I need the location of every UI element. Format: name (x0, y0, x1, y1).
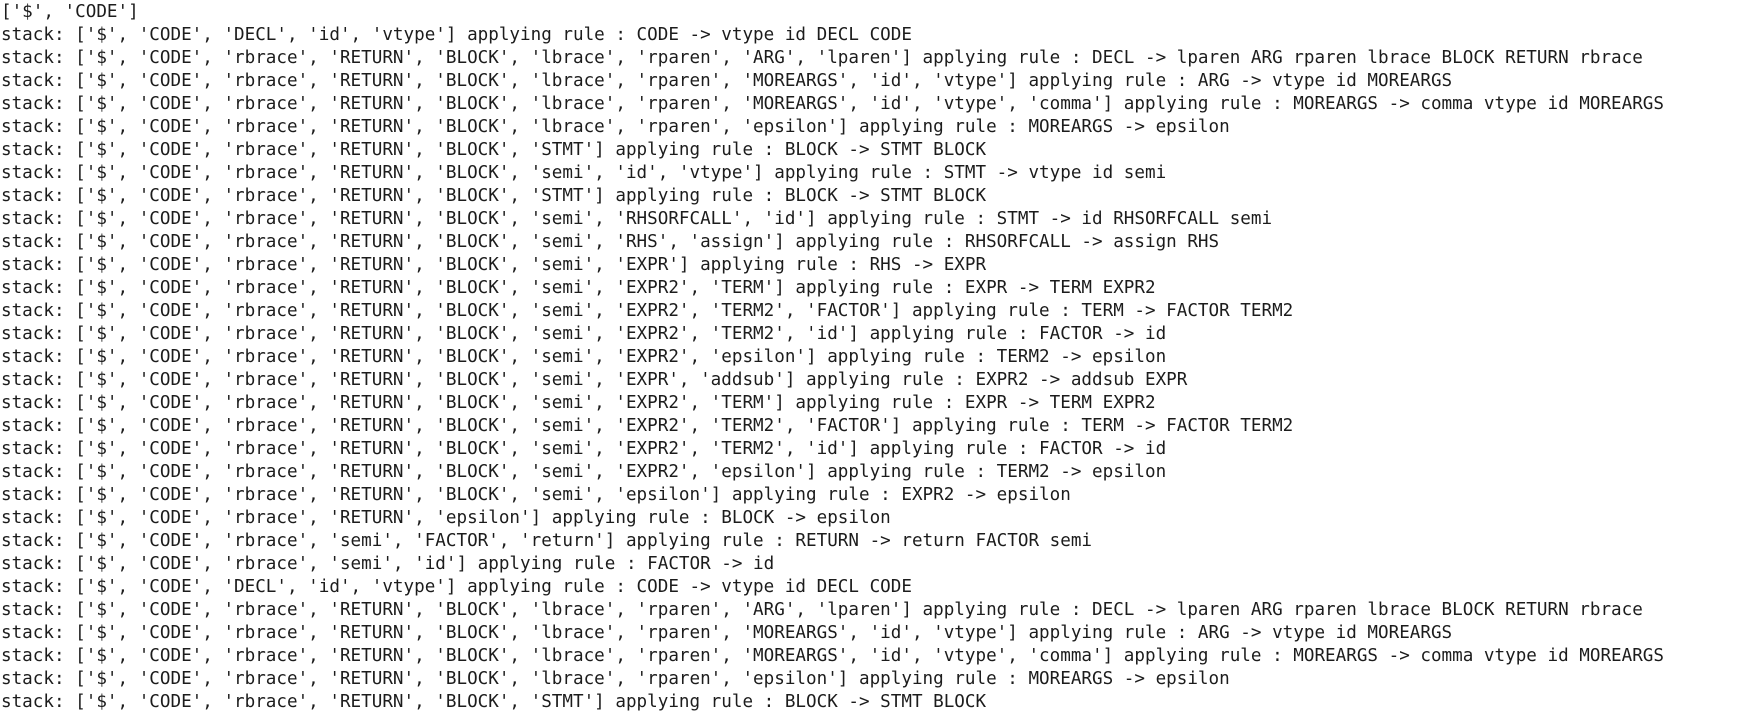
output-line: stack: ['$', 'CODE', 'rbrace', 'RETURN',… (1, 278, 1156, 298)
output-line: stack: ['$', 'CODE', 'rbrace', 'RETURN',… (1, 209, 1273, 229)
output-line: stack: ['$', 'CODE', 'rbrace', 'RETURN',… (1, 462, 1167, 482)
output-line: stack: ['$', 'CODE', 'rbrace', 'RETURN',… (1, 692, 987, 712)
output-line: stack: ['$', 'CODE', 'rbrace', 'RETURN',… (1, 71, 1453, 91)
output-line: stack: ['$', 'CODE', 'rbrace', 'RETURN',… (1, 301, 1294, 321)
output-line: stack: ['$', 'CODE', 'rbrace', 'semi', '… (1, 554, 775, 574)
output-line: stack: ['$', 'CODE', 'rbrace', 'RETURN',… (1, 232, 1220, 252)
output-line: stack: ['$', 'CODE', 'rbrace', 'RETURN',… (1, 255, 987, 275)
output-line: stack: ['$', 'CODE', 'rbrace', 'RETURN',… (1, 117, 1230, 137)
output-line: stack: ['$', 'CODE', 'DECL', 'id', 'vtyp… (1, 25, 912, 45)
output-line: stack: ['$', 'CODE', 'rbrace', 'RETURN',… (1, 140, 987, 160)
output-line: stack: ['$', 'CODE', 'rbrace', 'RETURN',… (1, 669, 1230, 689)
output-line: stack: ['$', 'CODE', 'rbrace', 'RETURN',… (1, 186, 987, 206)
terminal-output: ['$', 'CODE'] stack: ['$', 'CODE', 'DECL… (0, 0, 1757, 715)
output-line: stack: ['$', 'CODE', 'rbrace', 'RETURN',… (1, 623, 1453, 643)
output-line: stack: ['$', 'CODE', 'rbrace', 'RETURN',… (1, 94, 1664, 114)
output-line: stack: ['$', 'CODE', 'rbrace', 'RETURN',… (1, 508, 891, 528)
output-line: stack: ['$', 'CODE', 'rbrace', 'RETURN',… (1, 416, 1294, 436)
output-line: stack: ['$', 'CODE', 'rbrace', 'RETURN',… (1, 439, 1167, 459)
output-line: stack: ['$', 'CODE', 'rbrace', 'RETURN',… (1, 393, 1156, 413)
output-line: stack: ['$', 'CODE', 'DECL', 'id', 'vtyp… (1, 577, 912, 597)
output-line: stack: ['$', 'CODE', 'rbrace', 'RETURN',… (1, 646, 1664, 666)
output-line: stack: ['$', 'CODE', 'rbrace', 'RETURN',… (1, 347, 1167, 367)
output-line: stack: ['$', 'CODE', 'rbrace', 'RETURN',… (1, 48, 1643, 68)
output-line: stack: ['$', 'CODE', 'rbrace', 'RETURN',… (1, 600, 1643, 620)
output-line: stack: ['$', 'CODE', 'rbrace', 'semi', '… (1, 531, 1093, 551)
output-line: ['$', 'CODE'] (1, 2, 139, 22)
output-line: stack: ['$', 'CODE', 'rbrace', 'RETURN',… (1, 370, 1188, 390)
output-line: stack: ['$', 'CODE', 'rbrace', 'RETURN',… (1, 485, 1071, 505)
output-line: stack: ['$', 'CODE', 'rbrace', 'RETURN',… (1, 163, 1167, 183)
output-line: stack: ['$', 'CODE', 'rbrace', 'RETURN',… (1, 324, 1167, 344)
